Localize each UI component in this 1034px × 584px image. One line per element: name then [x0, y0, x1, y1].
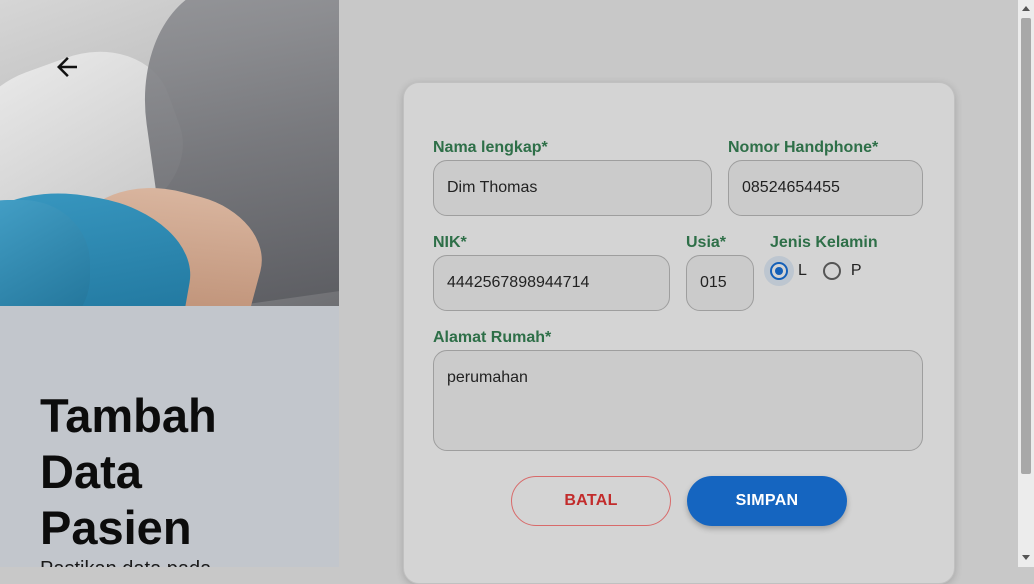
nik-input[interactable] [433, 255, 670, 311]
scroll-down-arrow-icon[interactable] [1021, 552, 1031, 564]
radio-unchecked-icon [822, 262, 841, 280]
hero-photo [0, 0, 339, 306]
address-textarea[interactable]: perumahan [433, 350, 923, 451]
radio-checked-icon [770, 262, 788, 280]
arrow-left-icon [57, 57, 77, 77]
cancel-button[interactable]: BATAL [511, 476, 671, 526]
name-label: Nama lengkap* [433, 139, 548, 156]
address-label: Alamat Rumah* [433, 329, 552, 346]
gender-option-l[interactable]: L [770, 262, 807, 280]
gender-option-p-label: P [850, 262, 862, 279]
age-label: Usia* [686, 234, 727, 251]
save-button[interactable]: SIMPAN [687, 476, 847, 526]
scroll-thumb[interactable] [1021, 18, 1031, 474]
title-line-3: Pasien [40, 501, 192, 554]
gender-label: Jenis Kelamin [770, 234, 878, 251]
page-title: Tambah Data Pasien [40, 388, 217, 556]
gender-option-l-label: L [798, 262, 807, 279]
left-panel: Tambah Data Pasien Pastikan data pada [0, 0, 339, 567]
phone-input[interactable] [728, 160, 923, 216]
scroll-up-arrow-icon[interactable] [1021, 3, 1031, 15]
page-scrollbar[interactable] [1018, 0, 1034, 567]
title-line-1: Tambah [40, 389, 217, 442]
gender-option-p[interactable]: P [822, 262, 862, 280]
patient-form-card: Nama lengkap* Nomor Handphone* NIK* Usia… [403, 82, 955, 584]
age-input[interactable] [686, 255, 754, 311]
back-button[interactable] [48, 48, 86, 86]
name-input[interactable] [433, 160, 712, 216]
page-subtitle: Pastikan data pada [40, 558, 211, 567]
phone-label: Nomor Handphone* [728, 139, 879, 156]
nik-label: NIK* [433, 234, 467, 251]
gender-radio-group: L P [770, 262, 878, 280]
title-line-2: Data [40, 445, 142, 498]
